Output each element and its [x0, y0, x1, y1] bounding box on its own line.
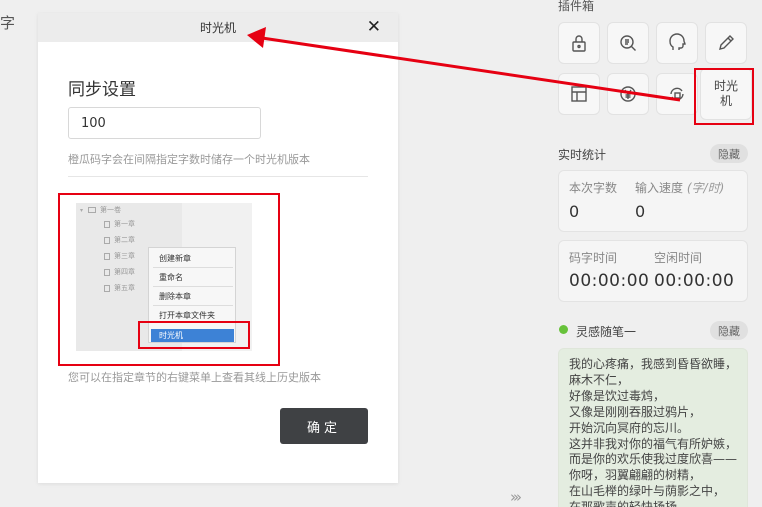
note-line: 你呀，羽翼翩翩的树精， — [569, 468, 702, 483]
note-line: 麻木不仁， — [569, 372, 630, 387]
confirm-button[interactable]: 确定 — [280, 408, 368, 444]
stats-title: 实时统计 — [558, 148, 607, 162]
note-line: 在山毛榉的绿叶与荫影之中， — [569, 484, 726, 499]
note-line: 这并非我对你的福气有所妒嫉， — [569, 436, 738, 451]
sync-description: 橙瓜码字会在间隔指定字数时储存一个时光机版本 — [68, 153, 310, 166]
note-line: 我的心疼痛，我感到昏昏欲睡， — [569, 357, 738, 371]
close-icon[interactable]: ✕ — [367, 18, 381, 36]
words-value: 0 — [569, 202, 580, 221]
idle-time-value: 00:00:00 — [654, 271, 735, 291]
note-line: 而是你的欢乐使我过度欣喜—— — [569, 452, 738, 467]
dialog-header: 时光机 ✕ — [38, 13, 398, 42]
notes-status-dot — [559, 325, 568, 334]
divider — [68, 176, 368, 177]
yen-circle-icon[interactable] — [607, 73, 649, 115]
note-line: 在那歌声的轻快扬扬 — [559, 500, 747, 507]
idle-time-label: 空闲时间 — [654, 251, 703, 265]
head-profile-icon[interactable] — [656, 22, 698, 64]
double-chevron-right-icon[interactable]: ››› — [510, 488, 522, 506]
note-line: 好像是饮过毒鸩， — [569, 388, 666, 403]
words-label: 本次字数 — [569, 181, 618, 195]
history-note: 您可以在指定章节的右键菜单上查看其线上历史版本 — [68, 371, 321, 384]
typing-time-label: 码字时间 — [569, 251, 618, 265]
dialog-title: 时光机 — [199, 21, 236, 35]
speed-label: 输入速度 (字/时) — [635, 179, 724, 196]
notes-title: 灵感随笔一 — [576, 325, 637, 339]
dictionary-search-icon[interactable] — [607, 22, 649, 64]
pencil-icon[interactable] — [705, 22, 747, 64]
stats-hide-button[interactable]: 隐藏 — [710, 144, 748, 163]
typing-time-value: 00:00:00 — [569, 271, 650, 291]
annotation-menu-item-box — [138, 321, 250, 349]
note-line: 又像是刚刚吞服过鸦片， — [569, 404, 702, 419]
annotation-plugin-box — [694, 68, 754, 125]
speed-value: 0 — [635, 202, 646, 221]
editor-edge-text: 字 — [0, 14, 16, 32]
notes-text: 我的心疼痛，我感到昏昏欲睡， 麻木不仁， 好像是饮过毒鸩， 又像是刚刚吞服过鸦片， 开始… — [559, 349, 747, 507]
speed-label-text: 输入速度 — [635, 181, 684, 195]
plugins-title: 插件箱 — [558, 0, 595, 13]
sync-settings-heading: 同步设置 — [68, 80, 136, 100]
time-stats-card: 码字时间 空闲时间 00:00:00 00:00:00 — [558, 240, 748, 302]
session-stats-card: 本次字数 输入速度 (字/时) 0 0 — [558, 170, 748, 232]
notes-hide-button[interactable]: 隐藏 — [710, 321, 748, 340]
sync-lock-icon[interactable] — [656, 73, 698, 115]
speed-unit: (字/时) — [686, 181, 725, 195]
lock-icon[interactable] — [558, 22, 600, 64]
interval-input[interactable] — [68, 107, 261, 139]
layout-icon[interactable] — [558, 73, 600, 115]
notes-card[interactable]: 我的心疼痛，我感到昏昏欲睡， 麻木不仁， 好像是饮过毒鸩， 又像是刚刚吞服过鸦片， 开始… — [558, 348, 748, 507]
note-line: 开始沉向冥府的忘川。 — [569, 420, 690, 435]
